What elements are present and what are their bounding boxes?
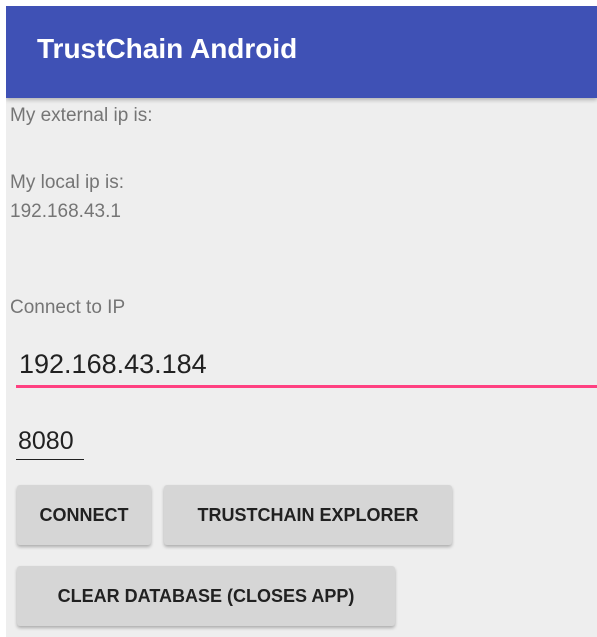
port-field <box>16 423 86 460</box>
local-ip-label: My local ip is: <box>10 172 125 193</box>
connect-button[interactable]: CONNECT <box>17 485 151 545</box>
ip-input[interactable] <box>16 343 597 385</box>
app-title: TrustChain Android <box>37 33 298 64</box>
ip-field <box>16 343 597 388</box>
port-input[interactable] <box>16 423 86 459</box>
local-ip-value: 192.168.43.1 <box>10 201 121 222</box>
clear-database-button[interactable]: CLEAR DATABASE (CLOSES APP) <box>17 566 395 626</box>
connect-to-ip-label: Connect to IP <box>10 297 126 318</box>
app-bar: TrustChain Android <box>6 6 597 98</box>
trustchain-explorer-button[interactable]: TRUSTCHAIN EXPLORER <box>164 485 452 545</box>
external-ip-label: My external ip is: <box>10 105 153 126</box>
screen: TrustChain Android My external ip is: My… <box>0 0 597 637</box>
main-content: TrustChain Android My external ip is: My… <box>6 6 597 637</box>
